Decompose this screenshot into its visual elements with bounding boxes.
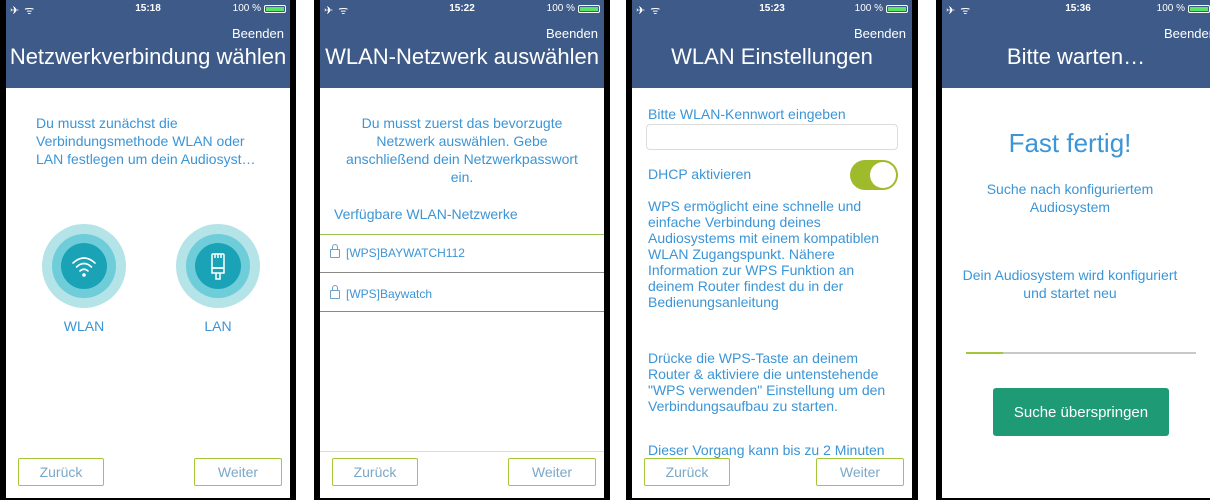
header-bar: ✈ ᯤ 15:22 100 % Beenden WLAN-Netzwerk au… xyxy=(320,0,604,88)
battery-icon xyxy=(1188,4,1210,13)
lan-button[interactable] xyxy=(176,224,260,308)
page-title: WLAN-Netzwerk auswählen xyxy=(325,44,599,69)
page-title: Netzwerkverbindung wählen xyxy=(9,44,287,69)
wps-duration-text: Dieser Vorgang kann bis zu 2 Minuten xyxy=(648,442,885,458)
header-bar: ✈ ᯤ 15:36 100 % Beenden Bitte warten… xyxy=(942,0,1210,88)
battery-icon xyxy=(578,4,600,13)
intro-text: Du musst zunächst die Verbindungsmethode… xyxy=(36,115,256,167)
divider xyxy=(320,234,604,235)
status-bar: ✈ ᯤ 15:22 100 % xyxy=(324,3,600,17)
dhcp-toggle[interactable] xyxy=(850,160,898,190)
wlan-button[interactable] xyxy=(42,224,126,308)
battery-percent: 100 % xyxy=(854,3,883,14)
phone-screen-network-connection: ✈ ᯤ 15:18 100 % Beenden Netzwerkverbindu… xyxy=(0,0,296,500)
phone-screen-wlan-settings: ✈ ᯤ 15:23 100 % Beenden WLAN Einstellung… xyxy=(626,0,918,500)
progress-bar-fill xyxy=(966,352,1003,354)
page-title: WLAN Einstellungen xyxy=(671,44,873,69)
next-button[interactable]: Weiter xyxy=(508,458,596,486)
skip-search-button[interactable]: Suche überspringen xyxy=(993,388,1169,436)
status-heading: Fast fertig! xyxy=(1008,128,1132,158)
beenden-button[interactable]: Beenden xyxy=(854,26,906,41)
wps-instruction-text: Drücke die WPS-Taste an deinem Router & … xyxy=(648,350,886,414)
battery-percent: 100 % xyxy=(1156,3,1185,14)
lan-label[interactable]: LAN xyxy=(176,318,260,334)
next-button[interactable]: Weiter xyxy=(816,458,904,486)
phone-screen-wlan-select: ✈ ᯤ 15:22 100 % Beenden WLAN-Netzwerk au… xyxy=(314,0,610,500)
header-bar: ✈ ᯤ 15:23 100 % Beenden WLAN Einstellung… xyxy=(632,0,912,88)
divider xyxy=(320,272,604,273)
battery-icon xyxy=(264,4,286,13)
network-list-item[interactable]: [WPS]BAYWATCH112 xyxy=(330,244,604,268)
back-button[interactable]: Zurück xyxy=(332,458,418,486)
next-button[interactable]: Weiter xyxy=(194,458,282,486)
lock-icon xyxy=(330,285,340,299)
networks-heading: Verfügbare WLAN-Netzwerke xyxy=(334,206,518,222)
battery-percent: 100 % xyxy=(546,3,575,14)
battery-percent: 100 % xyxy=(232,3,261,14)
status-bar: ✈ ᯤ 15:18 100 % xyxy=(10,3,286,17)
lock-icon xyxy=(330,244,340,258)
page-title: Bitte warten… xyxy=(1006,44,1146,69)
battery-icon xyxy=(886,4,908,13)
progress-bar xyxy=(966,352,1196,354)
search-status-text: Suche nach konfiguriertem Audiosystem xyxy=(986,181,1154,215)
header-bar: ✈ ᯤ 15:18 100 % Beenden Netzwerkverbindu… xyxy=(6,0,290,88)
status-bar: ✈ ᯤ 15:23 100 % xyxy=(636,3,908,17)
network-name: [WPS]BAYWATCH112 xyxy=(346,246,465,260)
network-name: [WPS]Baywatch xyxy=(346,287,433,301)
beenden-button[interactable]: Beenden xyxy=(232,26,284,41)
beenden-button[interactable]: Beenden xyxy=(1164,26,1210,41)
wifi-icon xyxy=(72,257,96,277)
dhcp-label: DHCP aktivieren xyxy=(648,166,752,182)
ethernet-plug-icon xyxy=(211,253,225,280)
wps-info-text: WPS ermöglicht eine schnelle und einfach… xyxy=(648,198,880,310)
beenden-button[interactable]: Beenden xyxy=(546,26,598,41)
password-input[interactable] xyxy=(646,124,898,150)
phone-screen-please-wait: ✈ ᯤ 15:36 100 % Beenden Bitte warten… Fa… xyxy=(936,0,1210,500)
back-button[interactable]: Zurück xyxy=(18,458,104,486)
password-label: Bitte WLAN-Kennwort eingeben xyxy=(648,106,846,122)
back-button[interactable]: Zurück xyxy=(644,458,730,486)
intro-text: Du musst zuerst das bevorzugte Netzwerk … xyxy=(346,115,578,185)
divider xyxy=(320,451,604,452)
status-bar: ✈ ᯤ 15:36 100 % xyxy=(946,3,1210,17)
network-list-item[interactable]: [WPS]Baywatch xyxy=(330,285,604,309)
configure-status-text: Dein Audiosystem wird konfiguriert und s… xyxy=(962,267,1178,301)
divider xyxy=(320,311,604,312)
wlan-label[interactable]: WLAN xyxy=(42,318,126,334)
